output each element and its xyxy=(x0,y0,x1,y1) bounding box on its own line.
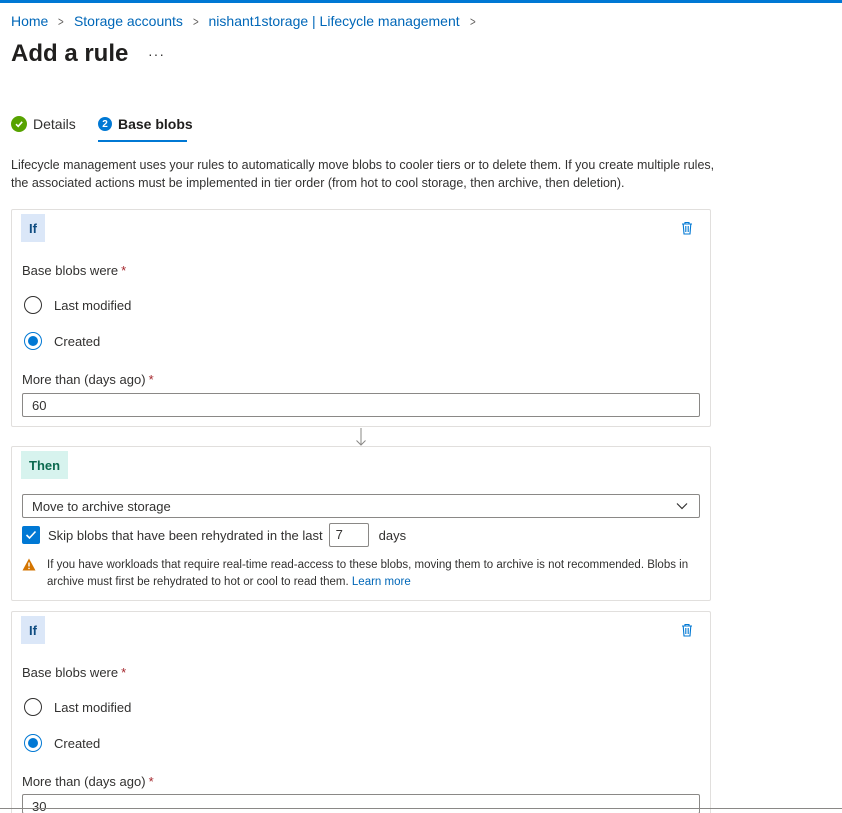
checkbox-check-icon xyxy=(25,530,37,540)
days-ago-input[interactable]: 60 xyxy=(22,393,700,417)
base-blobs-were-label: Base blobs were * xyxy=(22,665,127,680)
more-options-button[interactable]: ··· xyxy=(148,46,165,62)
checkmark-circle-icon xyxy=(11,116,27,132)
tab-details[interactable]: Details xyxy=(11,110,76,138)
radio-created[interactable]: Created xyxy=(24,734,100,752)
step-number-icon: 2 xyxy=(98,117,112,131)
skip-rehydrated-label: Skip blobs that have been rehydrated in … xyxy=(48,527,323,543)
days-ago-input[interactable]: 30 xyxy=(22,794,700,813)
skip-days-input[interactable]: 7 xyxy=(328,523,369,547)
if-condition-card: If Base blobs were * Last modified Create… xyxy=(11,611,711,813)
arrow-down-icon xyxy=(354,427,368,447)
tab-base-blobs[interactable]: 2 Base blobs xyxy=(98,110,193,138)
then-action-card: Then Move to archive storage Skip blobs … xyxy=(11,446,711,601)
action-dropdown-value: Move to archive storage xyxy=(32,498,171,514)
required-marker: * xyxy=(148,774,154,789)
breadcrumb: Home > Storage accounts > nishant1storag… xyxy=(11,13,485,29)
archive-warning: If you have workloads that require real-… xyxy=(22,557,692,591)
page-title: Add a rule xyxy=(11,40,129,67)
tab-details-label: Details xyxy=(33,116,76,132)
skip-rehydrated-checkbox[interactable] xyxy=(22,526,40,544)
chevron-right-icon: > xyxy=(192,13,199,29)
required-marker: * xyxy=(121,263,127,278)
radio-created[interactable]: Created xyxy=(24,332,100,350)
radio-circle-selected[interactable] xyxy=(24,332,42,350)
required-marker: * xyxy=(148,372,154,387)
chevron-down-icon xyxy=(674,498,690,514)
trash-icon[interactable] xyxy=(680,220,694,236)
days-ago-label: More than (days ago) * xyxy=(22,774,154,789)
if-badge: If xyxy=(21,616,45,644)
learn-more-link[interactable]: Learn more xyxy=(352,576,411,588)
active-tab-indicator xyxy=(98,140,187,142)
breadcrumb-home[interactable]: Home xyxy=(11,13,48,29)
skip-rehydrated-row: Skip blobs that have been rehydrated in … xyxy=(22,523,406,547)
breadcrumb-lifecycle-management[interactable]: nishant1storage | Lifecycle management xyxy=(209,13,460,29)
base-blobs-were-label: Base blobs were * xyxy=(22,263,127,278)
tab-base-blobs-label: Base blobs xyxy=(118,116,193,132)
breadcrumb-storage-accounts[interactable]: Storage accounts xyxy=(74,13,183,29)
if-condition-card: If Base blobs were * Last modified Create… xyxy=(11,209,711,427)
if-badge: If xyxy=(21,214,45,242)
description-text: Lifecycle management uses your rules to … xyxy=(11,158,715,190)
action-dropdown[interactable]: Move to archive storage xyxy=(22,494,700,518)
required-marker: * xyxy=(121,665,127,680)
trash-icon[interactable] xyxy=(680,622,694,638)
radio-circle-selected[interactable] xyxy=(24,734,42,752)
days-suffix: days xyxy=(378,527,407,543)
days-ago-label: More than (days ago) * xyxy=(22,372,154,387)
chevron-right-icon: > xyxy=(58,13,65,29)
then-badge: Then xyxy=(21,451,69,479)
warning-message: If you have workloads that require real-… xyxy=(47,559,689,588)
chevron-right-icon: > xyxy=(469,13,476,29)
warning-icon xyxy=(22,558,36,572)
radio-circle[interactable] xyxy=(24,296,42,314)
radio-circle[interactable] xyxy=(24,698,42,716)
radio-last-modified[interactable]: Last modified xyxy=(24,698,131,716)
bottom-divider xyxy=(0,808,842,809)
top-accent-bar xyxy=(0,0,842,3)
radio-last-modified[interactable]: Last modified xyxy=(24,296,131,314)
